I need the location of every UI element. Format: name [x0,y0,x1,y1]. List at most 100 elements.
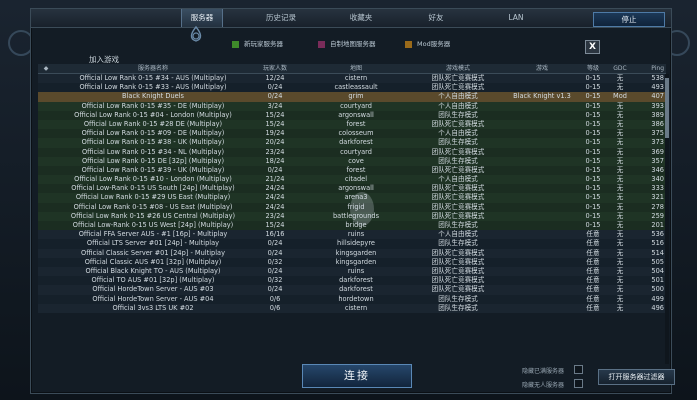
server-name: Official Low Rank 0-15 #34 - NL (Multipl… [81,147,225,156]
server-ping: 346 [651,165,664,174]
tab-friends[interactable]: 好友 [416,9,456,27]
server-map: castleassault [334,83,378,92]
server-mode: 团队死亡竞赛模式 [431,276,485,285]
server-players: 0/24 [267,248,283,257]
col-players[interactable]: 玩家人数 [250,64,300,73]
server-row[interactable]: Official HordeTown Server - AUS #04 0/6 ho… [38,294,666,304]
server-name: Official Low Rank 0-15 #39 - UK (Multipl… [81,165,225,174]
server-row[interactable]: Official Low Rank 0-15 #09 - DE (Multipl… [38,129,666,139]
server-row[interactable]: Official Low Rank 0-15 #39 - UK (Multipl… [38,165,666,176]
server-players: 23/24 [265,211,285,220]
server-ping: 369 [651,147,664,156]
scrollbar-thumb[interactable] [665,78,669,138]
server-level: 0-15 [585,175,601,184]
connect-button[interactable]: 连接 [302,364,412,388]
server-row[interactable]: Official Low Rank 0-15 #28 DE (Multiplay… [38,119,666,130]
server-row[interactable]: Official Classic AUS #01 [32p] (Multipla… [38,257,666,267]
hide-empty-checkbox[interactable] [574,379,583,388]
col-ping[interactable]: Ping [636,64,664,73]
server-name: Official Low Rank 0-15 DE [32p] (Multipl… [81,156,225,165]
hide-full-checkbox[interactable] [574,365,583,374]
server-level: 任意 [586,239,600,248]
col-mod[interactable]: 游戏 [506,64,578,73]
server-row[interactable]: Official Low Rank 0-15 DE [32p] (Multipl… [38,156,666,166]
server-row[interactable]: Official Black Knight TO - AUS (Multipla… [38,266,666,277]
server-players: 0/24 [267,285,283,294]
stop-button[interactable]: 停止 [593,12,665,27]
server-row[interactable]: Official Low Rank 0-15 #34 - AUS (Multip… [38,74,666,84]
new-player-swatch-icon [232,40,239,48]
tab-lan[interactable]: LAN [496,9,536,27]
server-gdc: 无 [616,266,624,275]
server-map: darkforest [339,138,373,147]
server-ping: 499 [651,294,664,303]
scrollbar[interactable] [665,74,669,364]
server-row[interactable]: Official Low Rank 0-15 #38 - UK (Multipl… [38,138,666,148]
server-mode: 团队生存模式 [438,239,478,248]
server-gdc: 无 [616,138,624,147]
server-row[interactable]: Official Low Rank 0-15 #04 - London (Mul… [38,110,666,120]
filter-mod[interactable]: Mod服务器 [405,38,450,48]
server-level: 任意 [586,266,600,275]
tab-favorites[interactable]: 收藏夹 [336,9,386,27]
server-players: 0/32 [267,276,283,285]
server-row[interactable]: Official Low-Rank 0-15 US South [24p] (M… [38,184,666,194]
server-mode: 团队生存模式 [438,156,478,165]
server-mode: 个人自由模式 [438,230,478,239]
server-name: Official Low-Rank 0-15 US South [24p] (M… [71,184,235,193]
server-row[interactable]: Black Knight Duels 0/24 grim 个人自由模式 Black Kn… [38,92,666,102]
server-name: Official TO AUS #01 [32p] (Multiplay) [91,276,215,285]
server-ping: 407 [651,92,664,101]
server-level: 0-15 [585,193,601,202]
col-map[interactable]: 地图 [306,64,406,73]
server-row[interactable]: Official Low-Rank 0-15 US West [24p] (Mu… [38,221,666,231]
server-players: 24/24 [265,202,285,211]
server-level: 0-15 [585,202,601,211]
col-gdc[interactable]: GDC [608,64,632,73]
server-mode: 个人自由模式 [438,175,478,184]
server-map: cove [348,156,364,165]
server-row[interactable]: Official Low Rank 0-15 #10 - London (Mul… [38,175,666,185]
server-mode: 团队死亡竞赛模式 [431,184,485,193]
server-players: 12/24 [265,74,285,82]
server-row[interactable]: Official 3vs3 LTS UK #02 0/6 cistern 团队生存模式… [38,303,666,313]
server-level: 任意 [586,303,600,312]
server-map: argonswall [338,184,374,193]
col-level[interactable]: 等级 [576,64,610,73]
server-row[interactable]: Official TO AUS #01 [32p] (Multiplay) 0/3… [38,276,666,286]
server-row[interactable]: Official HordeTown Server - AUS #03 0/24 d… [38,285,666,295]
tab-history[interactable]: 历史记录 [251,9,311,27]
col-mode[interactable]: 游戏模式 [410,64,506,73]
server-players: 0/32 [267,257,283,266]
server-players: 15/24 [265,221,285,229]
server-level: 0-15 [585,147,601,156]
column-header: ◆ 服务器名称 玩家人数 地图 游戏模式 游戏 等级 GDC Ping [38,64,666,74]
server-name: Official Low Rank 0-15 #35 - DE (Multipl… [81,101,225,110]
server-row[interactable]: Official Classic Server #01 [24p] - Mult… [38,248,666,258]
server-mode: 团队死亡竞赛模式 [431,119,485,128]
server-row[interactable]: Official Low Rank 0-15 #35 - DE (Multipl… [38,101,666,111]
server-gdc: 无 [616,110,624,119]
filter-new-player[interactable]: 新玩家服务器 [232,38,283,48]
server-mode: 个人自由模式 [438,101,478,110]
server-ping: 373 [651,138,664,147]
server-name: Official Low Rank 0-15 #38 - UK (Multipl… [81,138,225,147]
col-server-name[interactable]: 服务器名称 [54,64,252,73]
server-row[interactable]: Official FFA Server AUS - #1 [16p] - Mul… [38,230,666,240]
server-players: 0/24 [267,165,283,174]
server-map: ruins [347,266,365,275]
server-row[interactable]: Official LTS Server #01 [24p] - Multipla… [38,239,666,249]
hide-empty-label: 隐藏无人服务器 [522,382,565,389]
open-server-filter-button[interactable]: 打开服务器过滤器 [598,369,675,385]
server-players: 15/24 [265,110,285,119]
shield-column-icon[interactable]: ◆ [42,64,50,73]
server-row[interactable]: Official Low Rank 0-15 #34 - NL (Multipl… [38,147,666,157]
server-ping: 375 [651,129,664,138]
close-button[interactable]: X [585,40,600,54]
server-row[interactable]: Official Low Rank 0-15 #33 - AUS (Multip… [38,83,666,93]
server-ping: 504 [651,266,664,275]
server-ping: 500 [651,285,664,294]
server-gdc: 无 [616,221,624,229]
server-players: 24/24 [265,184,285,193]
filter-custom-map[interactable]: 自制地图服务器 [318,38,376,48]
